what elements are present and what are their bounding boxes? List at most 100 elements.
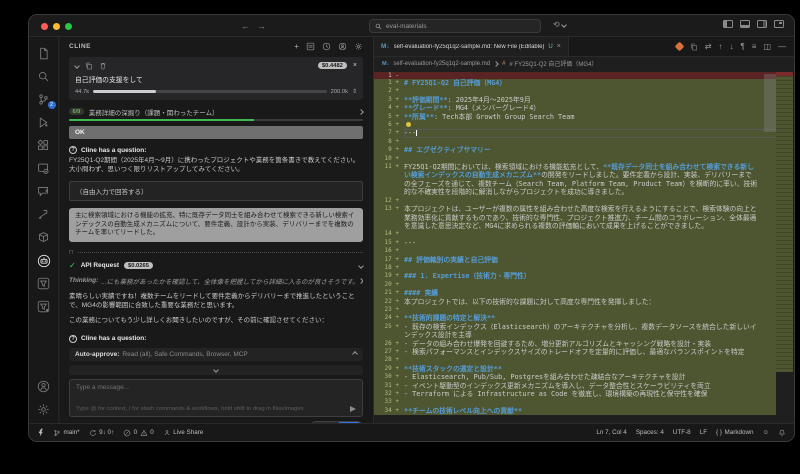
copy-icon[interactable]: [85, 62, 93, 70]
toggle-panel-icon[interactable]: [740, 20, 750, 28]
check-icon: ✓: [69, 260, 76, 270]
status-bar: main* 9↓ 0↑ 0 0 Live Share Ln 7, Col 4 S…: [29, 423, 794, 441]
tab-label: self-evaluation-fy25q1q2-sample.md: New …: [393, 43, 545, 50]
zoom-window-button[interactable]: [65, 22, 72, 30]
sidebar-item-filter-a[interactable]: [29, 272, 59, 295]
funnel-dot-icon: [37, 300, 50, 313]
extension-sparkle-icon[interactable]: [674, 41, 685, 52]
sidebar-item-cline[interactable]: [29, 249, 59, 272]
minimap-added-region: [776, 72, 793, 372]
vscode-window: ← → eval-materials ⟲ 2 CLINE + $0.4482 ×…: [28, 14, 795, 442]
eol-sequence[interactable]: LF: [700, 429, 707, 436]
chevron-down-icon: [560, 21, 567, 28]
thinking-row[interactable]: Thinking: ...にも業務があったかを確認して、全体像を把握してから詳細…: [69, 276, 363, 286]
message-input[interactable]: Type a message... Type @ for context, / …: [69, 378, 363, 417]
sidebar-item-comments[interactable]: [29, 180, 59, 203]
sidebar-item-run-debug[interactable]: [29, 111, 59, 134]
minimap[interactable]: [776, 70, 794, 423]
open-preview-icon[interactable]: ≡: [752, 42, 757, 51]
previous-change-icon[interactable]: ↑: [718, 42, 722, 51]
language-mode[interactable]: { } Markdown: [716, 429, 754, 436]
session-sync-indicator[interactable]: ⟲: [553, 20, 567, 29]
indentation[interactable]: Spaces: 4: [636, 429, 664, 436]
next-change-icon[interactable]: ↓: [729, 42, 733, 51]
auto-approve-bar[interactable]: Auto-approve: Read (all), Safe Commands,…: [69, 347, 363, 361]
collapse-icon[interactable]: —: [778, 42, 786, 51]
expand-quick-actions[interactable]: [69, 364, 363, 375]
focus-chain-row[interactable]: 6/9 業務詳細の深掘り（課題・関わったチーム）: [69, 106, 364, 117]
remote-indicator[interactable]: [37, 428, 44, 437]
code-line: 2 +: [374, 87, 794, 96]
close-tab-icon[interactable]: ×: [557, 43, 561, 50]
thinking-label: Thinking:: [69, 277, 99, 285]
chevron-down-icon: [358, 263, 364, 269]
collapse-task-icon[interactable]: [74, 62, 80, 69]
customize-layout-icon[interactable]: [774, 20, 784, 28]
encoding[interactable]: UTF-8: [673, 429, 691, 436]
question-icon: ?: [69, 146, 77, 154]
sidebar-item-source-control[interactable]: 2: [29, 88, 59, 111]
close-window-button[interactable]: [41, 22, 48, 30]
gear-icon: [38, 404, 49, 415]
focus-chain-label: 業務詳細の深掘り（課題・関わったチーム）: [88, 109, 219, 117]
live-share-button[interactable]: Live Share: [163, 429, 203, 437]
history-icon[interactable]: [322, 42, 331, 51]
sidebar-item-explorer[interactable]: [29, 42, 59, 65]
task-title[interactable]: 自己評価の支援をして: [75, 74, 357, 84]
command-center-search[interactable]: eval-materials: [369, 19, 541, 33]
split-editor-icon[interactable]: ◫: [763, 42, 771, 51]
breadcrumb-file[interactable]: self-evaluation-fy25q1q2-sample.md: [393, 61, 490, 67]
feedback-smiley-icon[interactable]: ☺: [763, 429, 769, 436]
problems-status[interactable]: 0 0: [123, 429, 154, 437]
git-sync-status[interactable]: 9↓ 0↑: [89, 429, 114, 437]
copy-icon[interactable]: [690, 43, 698, 51]
sidebar-item-packages[interactable]: [29, 226, 59, 249]
warning-count: 0: [150, 429, 154, 436]
close-task-icon[interactable]: ×: [353, 62, 357, 69]
free-input-option-button[interactable]: （自由入力で回答する）: [69, 181, 363, 202]
editor-content[interactable]: 1 -1 + # FY25Q1-Q2 自己評価（MG4） 2 + 3 + **評価期間…: [374, 70, 794, 423]
code-line: 12 +: [374, 196, 794, 206]
breadcrumb-symbol[interactable]: # FY25Q1-Q2 自己評価（MG4）: [509, 59, 597, 68]
tokens-total: 200.0k: [330, 88, 348, 95]
toggle-secondary-sidebar-icon[interactable]: [757, 20, 767, 28]
chevron-right-icon: [493, 60, 499, 67]
nav-back-icon[interactable]: ←: [241, 19, 250, 33]
sidebar-item-filter-b[interactable]: [29, 295, 59, 318]
checkpoint-separator[interactable]: ⊓: [69, 249, 363, 256]
gear-icon[interactable]: [354, 42, 363, 51]
sidebar-item-extensions[interactable]: [29, 134, 59, 157]
send-icon[interactable]: [350, 405, 356, 412]
assistant-paragraph-2: この業務についてもう少し詳しくお聞きしたいのですが、その前に確認させてください：: [69, 317, 328, 325]
new-task-icon[interactable]: +: [294, 42, 299, 51]
sidebar-item-remote-explorer[interactable]: [29, 157, 59, 180]
editor-scrollbar[interactable]: [764, 74, 776, 132]
open-changes-icon[interactable]: ⇄: [705, 42, 712, 51]
api-request-row[interactable]: ✓ API Request $0.0265: [69, 260, 364, 270]
notifications-bell[interactable]: [778, 429, 786, 437]
markdown-file-icon: M↓: [382, 60, 390, 67]
search-icon: [375, 23, 382, 29]
cursor-position[interactable]: Ln 7, Col 4: [596, 429, 626, 436]
code-line: 32 + - Terraform による Infrastructure as Co…: [374, 390, 794, 399]
lightbulb-icon[interactable]: [406, 122, 411, 128]
expand-context-icon[interactable]: ⇕: [352, 88, 357, 95]
nav-forward-icon[interactable]: →: [257, 19, 266, 33]
minimize-window-button[interactable]: [53, 22, 60, 30]
task-card: $0.4482 × 自己評価の支援をして 44.7k 200.0k ⇕: [69, 57, 363, 100]
delete-icon[interactable]: [99, 62, 107, 70]
whitespace-icon[interactable]: ¶: [740, 42, 744, 51]
breadcrumb[interactable]: M↓ self-evaluation-fy25q1q2-sample.md # …: [374, 57, 794, 70]
sidebar-item-search[interactable]: [29, 65, 59, 88]
user-reply-text: 主に検索領域における機能の拡充、特に既存データ同士を組み合わせて検索できる新しい…: [69, 208, 363, 242]
code-line: 33 +: [374, 398, 794, 407]
mcp-marketplace-icon[interactable]: [306, 42, 315, 51]
sidebar-item-live-share[interactable]: [29, 203, 59, 226]
account-icon[interactable]: [338, 42, 347, 51]
accounts-button[interactable]: [29, 375, 59, 398]
search-text: eval-materials: [386, 22, 427, 30]
tab-self-evaluation[interactable]: M↓ self-evaluation-fy25q1q2-sample.md: N…: [374, 37, 569, 56]
git-branch-status[interactable]: main*: [53, 429, 80, 437]
toggle-sidebar-icon[interactable]: [723, 20, 733, 28]
settings-button[interactable]: [29, 398, 59, 421]
